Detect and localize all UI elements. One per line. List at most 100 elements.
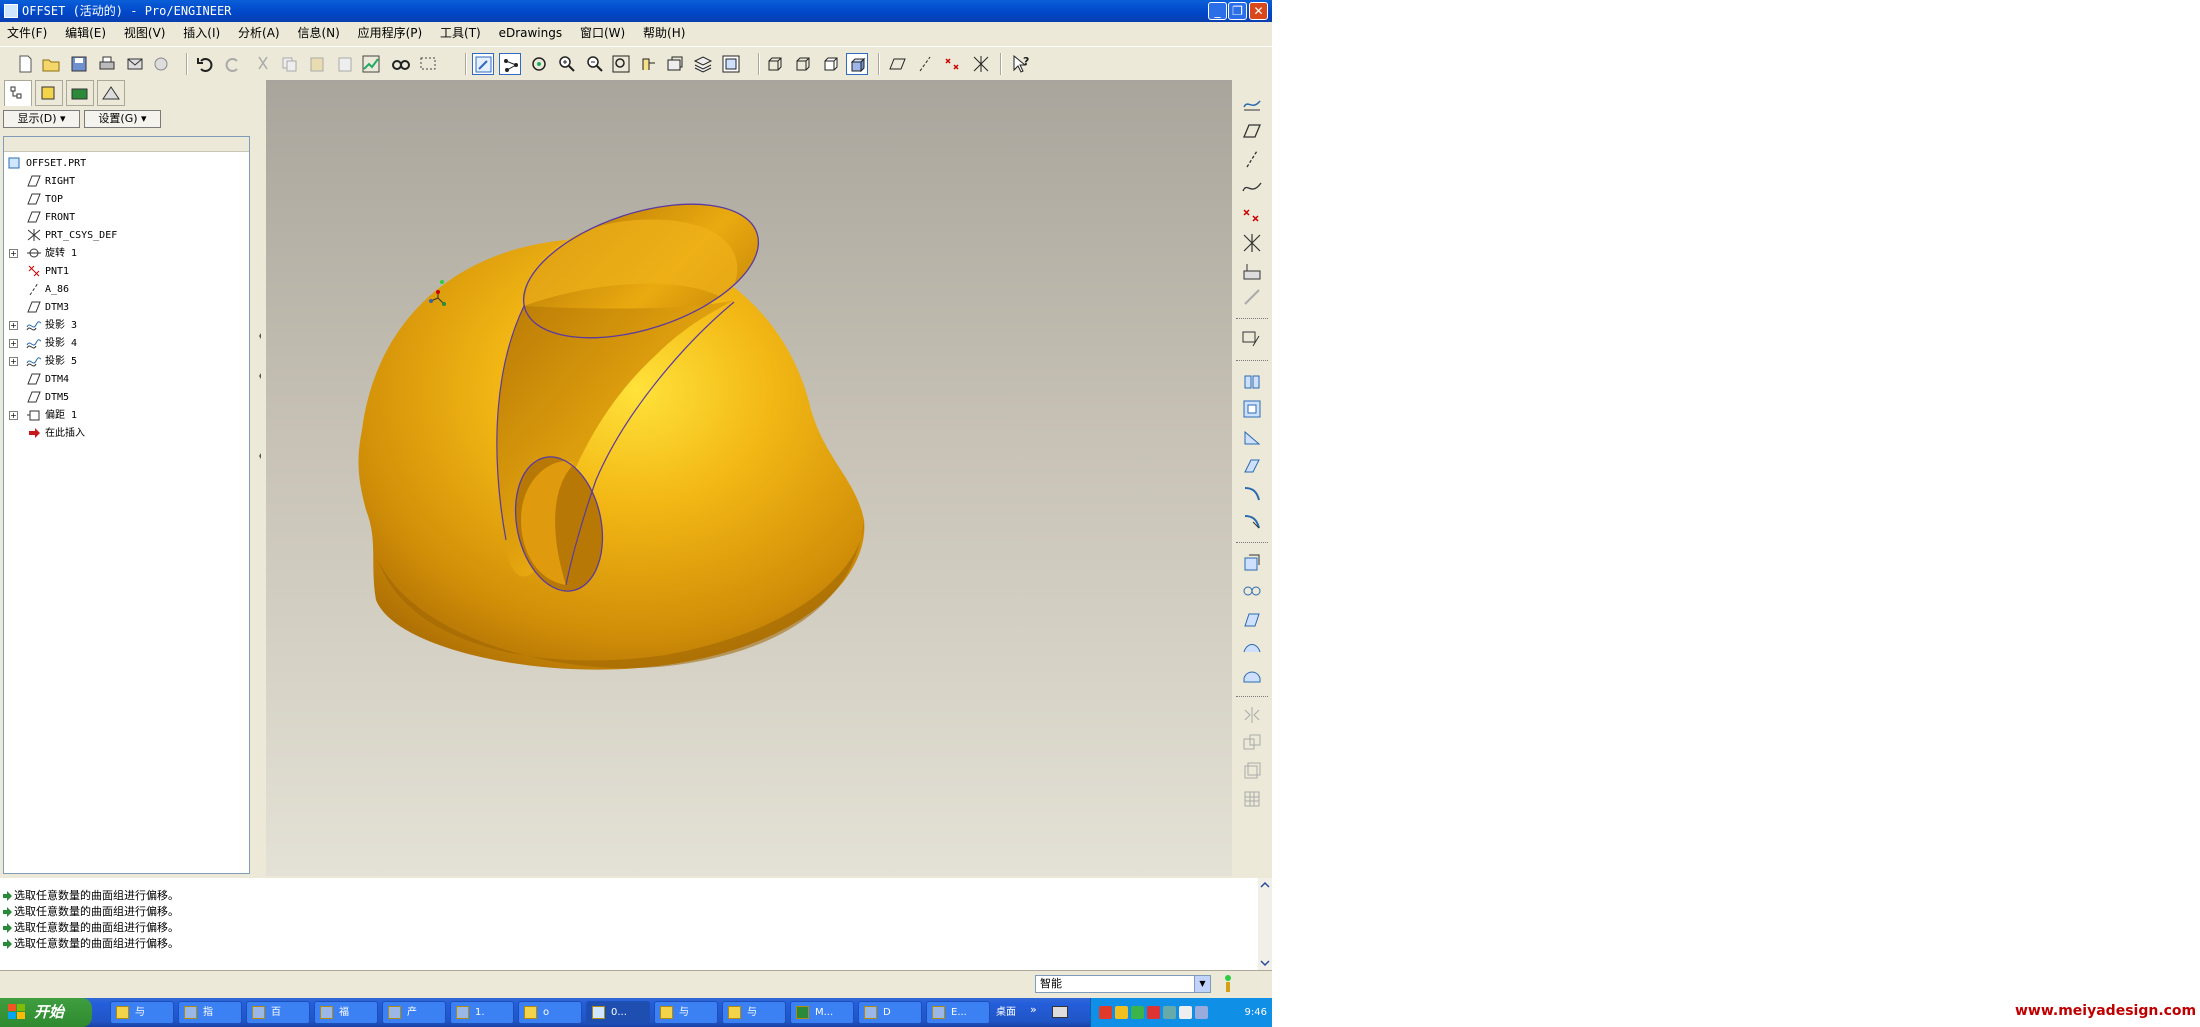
wireframe-icon[interactable]	[764, 53, 786, 75]
menu-window[interactable]: 窗口(W)	[573, 22, 632, 44]
new-file-icon[interactable]	[14, 53, 36, 75]
trim-tool-icon[interactable]	[1241, 760, 1263, 782]
select-box-icon[interactable]	[418, 53, 440, 75]
rib-tool-icon[interactable]	[1241, 454, 1263, 476]
show-dropdown[interactable]: 显示(D) ▾	[3, 110, 80, 128]
find-icon[interactable]	[390, 53, 412, 75]
datum-plane-tool-icon[interactable]	[1241, 120, 1263, 142]
reorient-icon[interactable]	[638, 53, 660, 75]
taskbar-item[interactable]: 产	[382, 1001, 446, 1024]
tree-item-front[interactable]: FRONT	[26, 209, 75, 227]
expand-toggle[interactable]: +	[9, 249, 18, 258]
cut-icon[interactable]	[252, 53, 274, 75]
tree-item-revolve[interactable]: 旋转 1	[26, 245, 77, 263]
graphics-window[interactable]	[266, 80, 1232, 876]
layers-icon[interactable]	[692, 53, 714, 75]
revolve-tool-icon[interactable]	[1241, 552, 1263, 574]
coordinate-system-tool-icon[interactable]	[1241, 232, 1263, 254]
expand-toggle[interactable]: +	[9, 339, 18, 348]
taskbar-item[interactable]: D	[858, 1001, 922, 1024]
taskbar-item[interactable]: 1.	[450, 1001, 514, 1024]
draft-tool-icon[interactable]	[1241, 482, 1263, 504]
minimize-button[interactable]: _	[1208, 2, 1227, 20]
extrude-tool-icon[interactable]	[1241, 370, 1263, 392]
qq-icon[interactable]	[1099, 1006, 1112, 1019]
tree-item-projection-4[interactable]: 投影 4	[26, 335, 77, 353]
expand-toggle[interactable]: +	[9, 357, 18, 366]
taskbar-item[interactable]: E...	[926, 1001, 990, 1024]
taskbar-item[interactable]: o	[518, 1001, 582, 1024]
datum-point-tool-icon[interactable]	[1241, 204, 1263, 226]
datum-points-toggle-icon[interactable]	[942, 53, 964, 75]
redo-icon[interactable]	[222, 53, 244, 75]
keyboard-icon[interactable]	[1052, 1006, 1068, 1018]
menu-help[interactable]: 帮助(H)	[636, 22, 692, 44]
tree-item-top[interactable]: TOP	[26, 191, 63, 209]
hole-tool-icon[interactable]	[1241, 398, 1263, 420]
tab-connections[interactable]	[97, 80, 125, 106]
tray-app-icon[interactable]	[1115, 1006, 1128, 1019]
datum-axes-toggle-icon[interactable]	[914, 53, 936, 75]
undo-icon[interactable]	[194, 53, 216, 75]
close-button[interactable]: ✕	[1249, 2, 1268, 20]
chain-tool-icon[interactable]	[1241, 286, 1263, 308]
menu-info[interactable]: 信息(N)	[290, 22, 346, 44]
tray-app-icon[interactable]	[1163, 1006, 1176, 1019]
repaint-icon[interactable]	[472, 53, 494, 75]
coordinate-systems-toggle-icon[interactable]	[970, 53, 992, 75]
tree-item-projection-3[interactable]: 投影 3	[26, 317, 77, 335]
datum-curve-tool-icon[interactable]	[1241, 176, 1263, 198]
style-tool-icon[interactable]	[1241, 664, 1263, 686]
sketch-tool-icon[interactable]	[1241, 92, 1263, 114]
tree-item-projection-5[interactable]: 投影 5	[26, 353, 77, 371]
expand-toggle[interactable]: +	[9, 411, 18, 420]
paste-special-icon[interactable]	[334, 53, 356, 75]
taskbar-item[interactable]: 与	[654, 1001, 718, 1024]
taskbar-item[interactable]: 与	[110, 1001, 174, 1024]
selection-filter[interactable]: 智能 ▼	[1035, 975, 1211, 993]
send-mail-icon[interactable]	[124, 53, 146, 75]
sweep-tool-icon[interactable]	[1241, 580, 1263, 602]
tree-root[interactable]: OFFSET.PRT	[7, 155, 86, 173]
tab-model-tree[interactable]	[4, 80, 32, 106]
menu-analysis[interactable]: 分析(A)	[231, 22, 287, 44]
tray-app-icon[interactable]	[1147, 1006, 1160, 1019]
no-hidden-icon[interactable]	[820, 53, 842, 75]
tree-item-dtm3[interactable]: DTM3	[26, 299, 69, 317]
tree-item-insert-here[interactable]: 在此插入	[26, 425, 85, 443]
paste-icon[interactable]	[306, 53, 328, 75]
copy-icon[interactable]	[278, 53, 300, 75]
tab-favorites[interactable]	[66, 80, 94, 106]
menu-tools[interactable]: 工具(T)	[433, 22, 488, 44]
taskbar-item[interactable]: M...	[790, 1001, 854, 1024]
datum-planes-toggle-icon[interactable]	[886, 53, 908, 75]
tree-item-offset-1[interactable]: 偏距 1	[26, 407, 77, 425]
analysis-feature-icon[interactable]	[1241, 260, 1263, 282]
chevron-right-icon[interactable]: »	[1030, 998, 1037, 1022]
tree-item-pnt1[interactable]: PNT1	[26, 263, 69, 281]
taskbar-item[interactable]: 百	[246, 1001, 310, 1024]
tree-item-axis[interactable]: A_86	[26, 281, 69, 299]
start-button[interactable]: 开始	[0, 998, 92, 1027]
desktop-toolbar-label[interactable]: 桌面	[996, 998, 1016, 1027]
expand-toggle[interactable]: +	[9, 321, 18, 330]
menu-edit[interactable]: 编辑(E)	[58, 22, 113, 44]
open-folder-icon[interactable]	[40, 53, 62, 75]
view-manager-icon[interactable]	[720, 53, 742, 75]
orient-mode-icon[interactable]	[528, 53, 550, 75]
taskbar-item-active[interactable]: 0...	[586, 1001, 650, 1024]
spin-center-icon[interactable]	[499, 53, 521, 75]
hidden-line-icon[interactable]	[792, 53, 814, 75]
refit-icon[interactable]	[610, 53, 632, 75]
volume-icon[interactable]	[1195, 1006, 1208, 1019]
network-icon[interactable]	[1179, 1006, 1192, 1019]
zoom-out-icon[interactable]	[584, 53, 606, 75]
taskbar-item[interactable]: 指	[178, 1001, 242, 1024]
settings-dropdown[interactable]: 设置(G) ▾	[84, 110, 161, 128]
panel-splitter[interactable]	[256, 80, 266, 876]
print-icon[interactable]	[96, 53, 118, 75]
context-help-icon[interactable]: ?	[1010, 53, 1032, 75]
message-scrollbar[interactable]	[1258, 878, 1272, 970]
shading-icon[interactable]	[846, 53, 868, 75]
restore-button[interactable]: ❐	[1228, 2, 1247, 20]
